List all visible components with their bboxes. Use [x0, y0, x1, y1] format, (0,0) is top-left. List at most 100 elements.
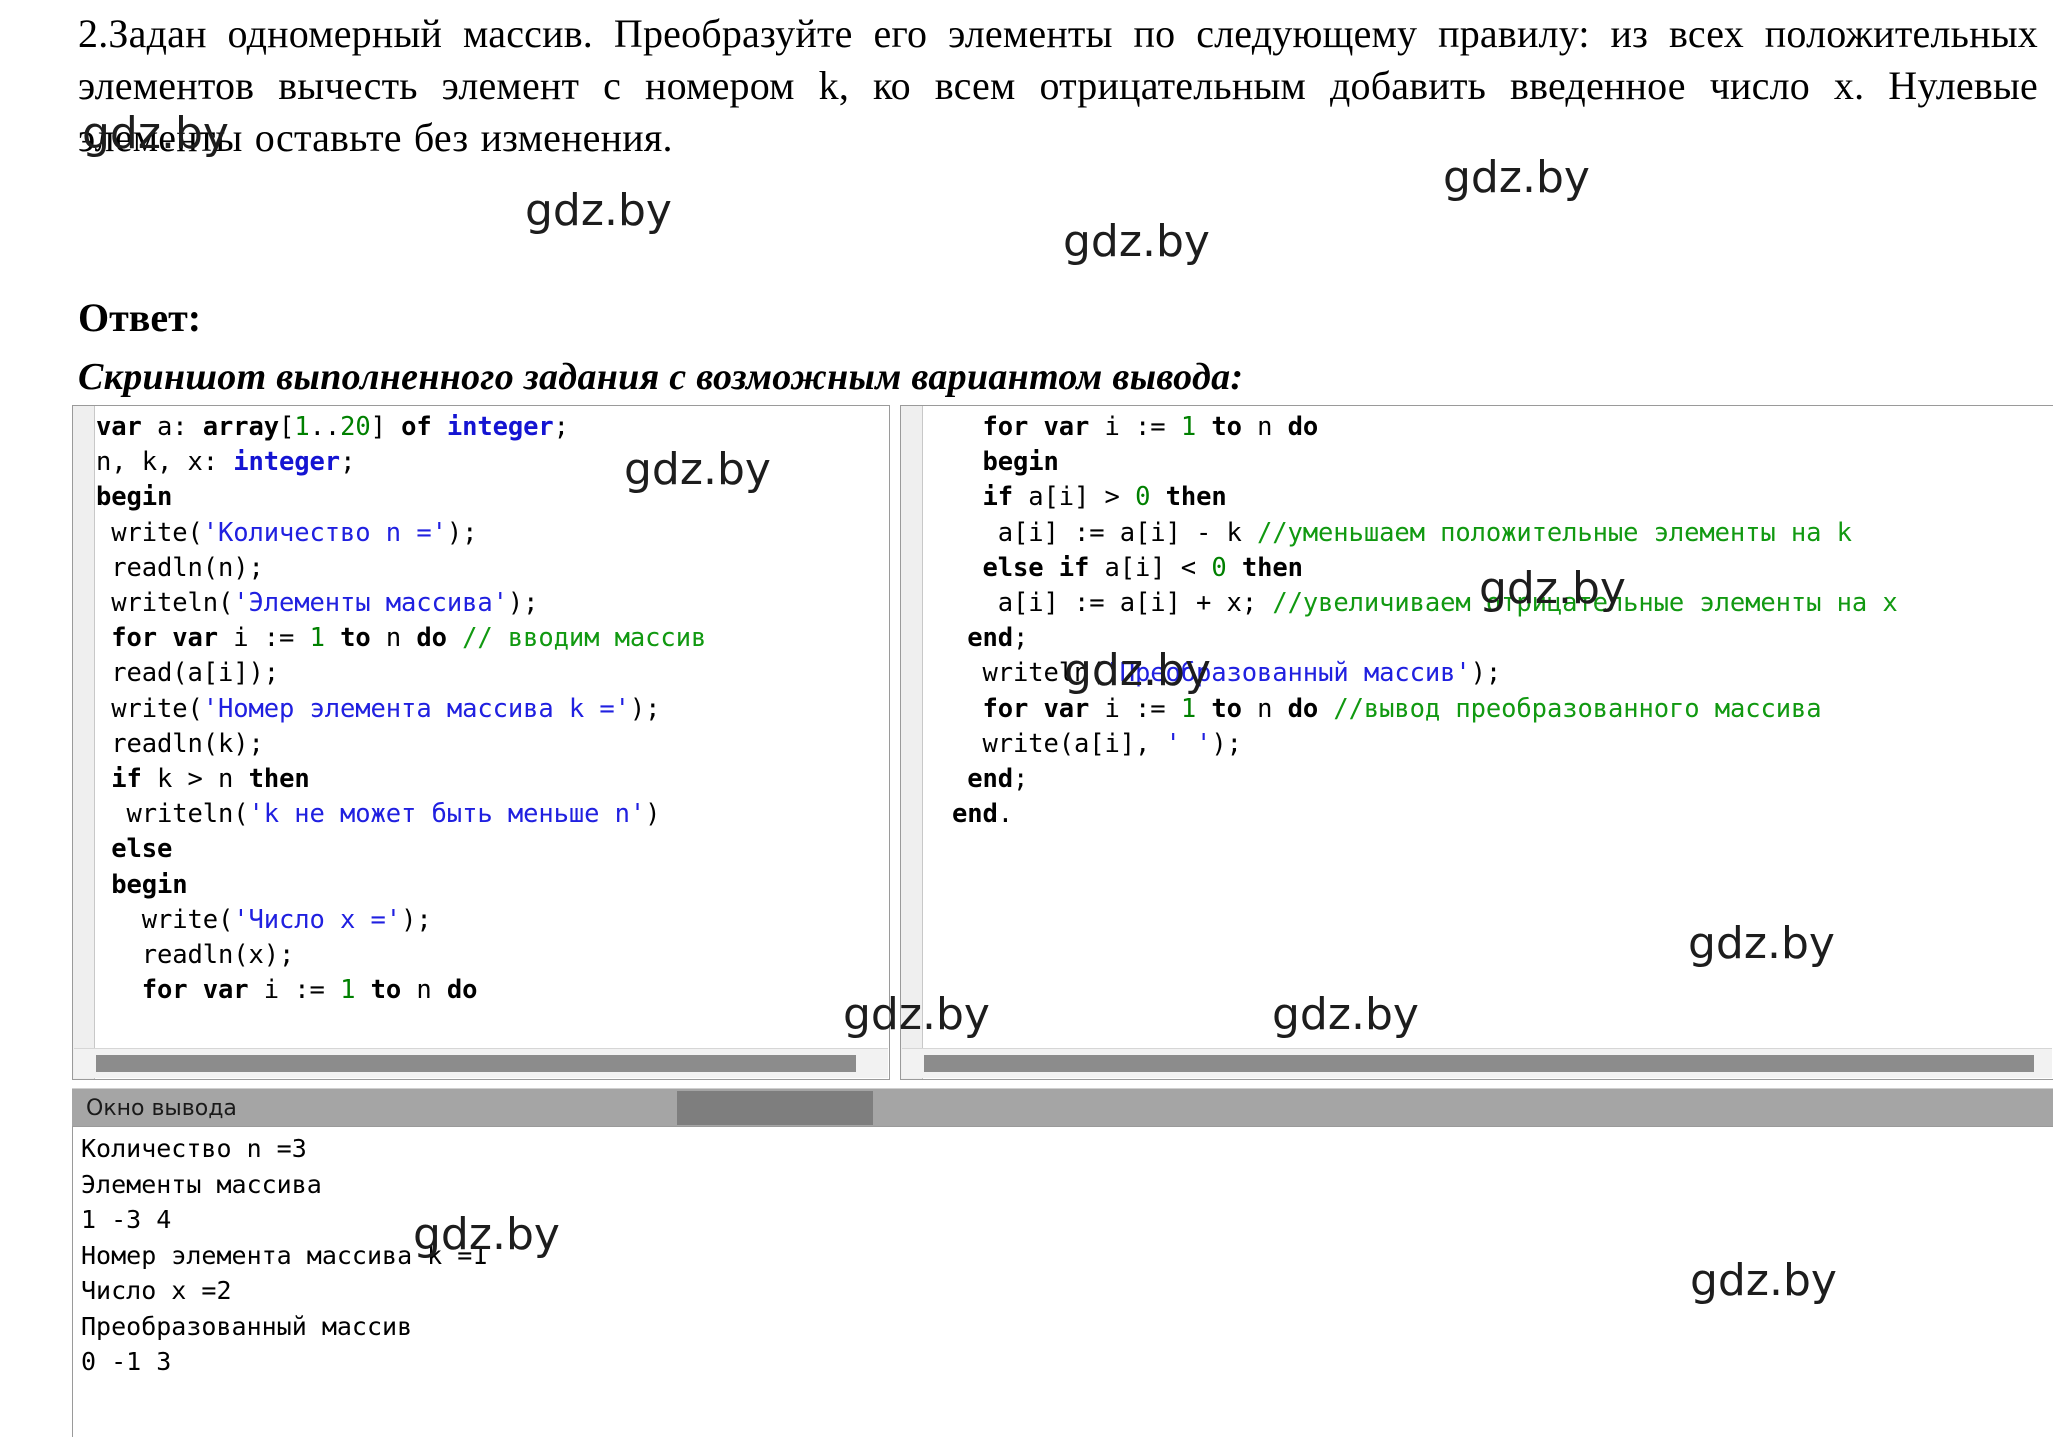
- code-line: if k > n then: [96, 762, 889, 797]
- code-token-str: 'Номер элемента массива k =': [202, 693, 630, 724]
- answer-label: Ответ:: [78, 295, 202, 340]
- code-token-str: 'Число x =': [233, 904, 402, 935]
- horizontal-scrollbar-right[interactable]: [902, 1048, 2052, 1078]
- code-line: end.: [952, 797, 2053, 832]
- code-token-kw: if: [111, 764, 142, 795]
- code-text-right[interactable]: for var i := 1 to n do begin if a[i] > 0…: [924, 410, 2053, 1079]
- code-token-pln: [355, 975, 370, 1005]
- code-token-num: 1: [1180, 412, 1197, 442]
- code-token-pln: ;: [1013, 764, 1029, 795]
- code-token-str: 'Количество n =': [202, 517, 447, 548]
- code-token-pln: [96, 623, 111, 653]
- output-line: 1 -3 4: [81, 1205, 172, 1234]
- code-line: read(a[i]);: [96, 656, 889, 691]
- code-line: end;: [952, 762, 2053, 797]
- code-token-kw: begin: [96, 482, 173, 513]
- code-token-num: 1: [309, 623, 325, 654]
- code-editor-right-pane[interactable]: for var i := 1 to n do begin if a[i] > 0…: [900, 405, 2053, 1080]
- code-token-kw: do: [446, 975, 478, 1006]
- code-token-pln: write(: [96, 693, 203, 724]
- code-token-pln: [952, 553, 983, 583]
- code-token-pln: ]: [370, 412, 402, 442]
- horizontal-scrollbar-left[interactable]: [74, 1048, 888, 1078]
- output-window-scroll-thumb[interactable]: [677, 1091, 873, 1125]
- code-token-kw: for var: [141, 975, 264, 1006]
- code-line: var a: array[1..20] of integer;: [96, 410, 889, 445]
- code-token-pln: [96, 764, 111, 794]
- code-token-pln: writeln(: [96, 588, 234, 619]
- code-token-pln: readln(k);: [96, 728, 264, 759]
- code-token-pln: [96, 870, 111, 900]
- code-token-pln: a[i] := a[i] - k: [952, 517, 1258, 548]
- code-line: write(a[i], ' ');: [952, 727, 2053, 762]
- code-token-pln: ;: [340, 447, 356, 478]
- code-line: n, k, x: integer;: [96, 445, 889, 480]
- code-line: for var i := 1 to n do: [952, 410, 2053, 445]
- output-window-title-bar[interactable]: Окно вывода: [72, 1088, 2053, 1126]
- code-token-pln: a[i] >: [1013, 482, 1136, 513]
- scrollbar-thumb[interactable]: [96, 1055, 856, 1072]
- code-token-pln: );: [1470, 658, 1502, 689]
- output-line: Элементы массива: [81, 1169, 322, 1199]
- code-line: else: [96, 832, 889, 867]
- code-token-kw: end: [967, 623, 1014, 654]
- code-token-pln: [952, 482, 983, 512]
- code-token-kw: do: [1287, 412, 1319, 442]
- code-token-num: 0: [1211, 552, 1227, 583]
- code-token-pln: [1196, 412, 1211, 442]
- code-token-cmt: //уменьшаем положительные элементы на k: [1257, 517, 1852, 548]
- ide-screenshot: var a: array[1..20] of integer; n, k, x: …: [72, 405, 2053, 1437]
- code-line: readln(x);: [96, 938, 889, 973]
- code-token-pln: [952, 412, 983, 442]
- code-token-str: ' ': [1165, 728, 1212, 759]
- code-token-pln: readln(x);: [96, 940, 295, 971]
- code-token-pln: ;: [553, 412, 569, 442]
- code-token-typ: integer: [446, 412, 554, 442]
- code-token-pln: i :=: [233, 623, 310, 654]
- code-line: end;: [952, 621, 2053, 656]
- code-token-num: 1: [1180, 693, 1197, 724]
- code-line: begin: [96, 868, 889, 903]
- code-token-kw: end: [967, 764, 1014, 795]
- code-token-kw: then: [1241, 552, 1303, 583]
- code-token-kw: to: [1211, 412, 1242, 442]
- code-token-kw: var: [96, 412, 158, 442]
- code-token-kw: to: [370, 975, 402, 1006]
- code-token-pln: i :=: [1104, 412, 1181, 442]
- code-token-pln: read(a[i]);: [96, 658, 280, 689]
- code-token-pln: writeln(: [96, 799, 249, 830]
- output-line: Число x =2: [81, 1276, 232, 1305]
- code-line: writeln('k не может быть меньше n'): [96, 797, 889, 832]
- code-token-pln: [1196, 694, 1211, 724]
- code-token-str: 'Преобразованный массив': [1104, 658, 1471, 689]
- code-token-pln: a[i] <: [1089, 552, 1212, 583]
- code-token-kw: to: [340, 623, 371, 654]
- output-window-title: Окно вывода: [86, 1096, 237, 1121]
- code-token-num: 1: [294, 412, 310, 442]
- code-token-kw: if: [982, 482, 1014, 513]
- code-token-pln: n: [370, 623, 417, 654]
- code-token-pln: n, k, x:: [96, 447, 234, 478]
- code-line: else if a[i] < 0 then: [952, 551, 2053, 586]
- output-line: 0 -1 3: [81, 1347, 172, 1376]
- output-line: Номер элемента массива k =1: [81, 1240, 488, 1270]
- code-token-cmt: // вводим массив: [462, 623, 707, 654]
- code-token-kw: else: [111, 834, 173, 865]
- code-token-kw: for var: [982, 693, 1105, 724]
- code-token-kw: begin: [982, 447, 1059, 478]
- code-token-pln: write(: [96, 517, 203, 548]
- code-token-kw: then: [248, 764, 310, 795]
- code-token-pln: );: [446, 517, 478, 548]
- code-token-pln: [952, 764, 967, 794]
- line-number-gutter-right: [901, 406, 923, 1079]
- code-token-pln: write(: [96, 904, 234, 935]
- scrollbar-thumb[interactable]: [924, 1055, 2034, 1072]
- watermark: gdz.by: [525, 185, 672, 236]
- code-token-num: 0: [1135, 482, 1151, 513]
- code-text-left[interactable]: var a: array[1..20] of integer; n, k, x: …: [96, 410, 889, 1079]
- code-token-pln: .: [997, 799, 1014, 830]
- code-line: a[i] := a[i] - k //уменьшаем положительн…: [952, 516, 2053, 551]
- code-editor-left-pane[interactable]: var a: array[1..20] of integer; n, k, x: …: [72, 405, 890, 1080]
- code-token-pln: [952, 447, 983, 477]
- code-token-pln: [1150, 482, 1165, 512]
